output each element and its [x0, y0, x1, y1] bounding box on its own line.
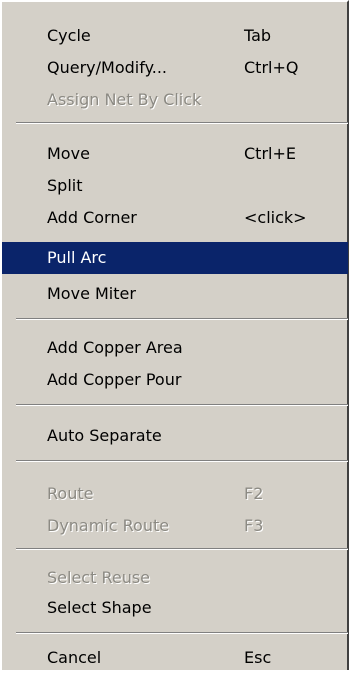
menu-item-label: Route [47, 484, 94, 503]
menu-separator [16, 632, 348, 634]
menu-item-label: Query/Modify... [47, 58, 168, 77]
menu-item-label: Auto Separate [47, 426, 162, 445]
menu-item-add-copper-area[interactable]: Add Copper Area [14, 332, 348, 364]
menu-item-select-reuse: Select Reuse [14, 562, 348, 594]
menu-item-add-copper-pour[interactable]: Add Copper Pour [14, 364, 348, 396]
menu-item-shortcut: <click> [244, 208, 307, 227]
menu-item-label: Select Shape [47, 598, 152, 617]
menu-item-add-corner[interactable]: Add Corner <click> [14, 202, 348, 234]
menu-item-select-shape[interactable]: Select Shape [14, 592, 348, 624]
menu-item-route: Route F2 [14, 478, 348, 510]
menu-item-label: Split [47, 176, 83, 195]
menu-item-label: Cancel [47, 648, 102, 667]
menu-item-label: Dynamic Route [47, 516, 170, 535]
menu-item-dynamic-route: Dynamic Route F3 [14, 510, 348, 542]
menu-item-cancel[interactable]: Cancel Esc [14, 642, 348, 674]
menu-item-shortcut: Ctrl+E [244, 144, 296, 163]
menu-item-shortcut: F2 [244, 484, 264, 503]
menu-item-label: Add Copper Area [47, 338, 183, 357]
menu-item-move-miter[interactable]: Move Miter [14, 278, 348, 310]
menu-item-label: Move Miter [47, 284, 136, 303]
menu-separator [16, 460, 348, 462]
menu-separator [16, 404, 348, 406]
menu-item-shortcut: Esc [244, 648, 272, 667]
menu-item-label: Select Reuse [47, 568, 151, 587]
menu-item-label: Add Copper Pour [47, 370, 182, 389]
menu-item-label: Cycle [47, 26, 91, 45]
menu-item-label: Add Corner [47, 208, 137, 227]
menu-item-shortcut: Tab [244, 26, 272, 45]
menu-item-move[interactable]: Move Ctrl+E [14, 138, 348, 170]
menu-item-split[interactable]: Split [14, 170, 348, 202]
menu-item-cycle[interactable]: Cycle Tab [14, 20, 348, 52]
menu-separator [16, 548, 348, 550]
menu-separator [16, 318, 348, 320]
menu-separator [16, 122, 348, 124]
context-menu: Cycle Tab Query/Modify... Ctrl+Q Assign … [0, 0, 349, 670]
menu-item-auto-separate[interactable]: Auto Separate [14, 420, 348, 452]
menu-item-shortcut: Ctrl+Q [244, 58, 299, 77]
menu-item-assign-net-by-click: Assign Net By Click [14, 84, 348, 116]
menu-item-shortcut: F3 [244, 516, 264, 535]
menu-item-label: Pull Arc [47, 248, 107, 267]
menu-item-label: Move [47, 144, 90, 163]
menu-item-query-modify[interactable]: Query/Modify... Ctrl+Q [14, 52, 348, 84]
menu-item-label: Assign Net By Click [47, 90, 202, 109]
menu-item-pull-arc[interactable]: Pull Arc [2, 242, 348, 274]
